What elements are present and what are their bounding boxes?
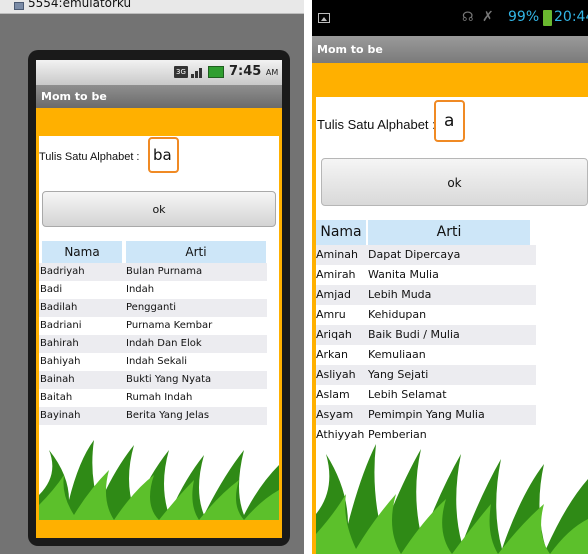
table-header: Nama Arti xyxy=(39,241,267,263)
vibrate-icon: ☊ xyxy=(462,10,474,25)
name-table: Nama Arti Badriyah Bulan Purnama Badi Inda… xyxy=(39,241,267,425)
table-row: Badilah Pengganti xyxy=(39,299,267,317)
app-title: Mom to be xyxy=(36,85,282,108)
grass-image xyxy=(39,440,279,520)
table-row: Badriani Purnama Kembar xyxy=(39,317,267,335)
table-row: Amirah Wanita Mulia xyxy=(316,268,439,281)
battery-percent: 99% xyxy=(508,9,540,25)
header-nama: Nama xyxy=(42,241,122,263)
image-notification-icon xyxy=(318,13,330,23)
header-arti: Arti xyxy=(126,241,266,263)
window-title: 5554:emulatorku xyxy=(28,0,132,10)
table-row: Asyam Pemimpin Yang Mulia xyxy=(316,405,536,425)
3g-icon: 3G xyxy=(174,66,188,78)
form-panel: Tulis Satu Alphabet : a ok Nama Arti Ami… xyxy=(316,97,588,554)
emulator-window: 5554:emulatorku 3G 7:45 AM Mom to be Tul… xyxy=(0,0,304,554)
table-header: Nama Arti xyxy=(316,220,536,245)
table-row: Baitah Rumah Indah xyxy=(39,389,267,407)
ok-button[interactable]: ok xyxy=(42,191,276,227)
grass-image xyxy=(316,444,588,554)
table-row: Badi Indah xyxy=(39,281,267,299)
battery-icon xyxy=(208,66,224,78)
input-label: Tulis Satu Alphabet : xyxy=(39,151,140,163)
status-bar: ☊ ✗ 99% 20:44 xyxy=(312,0,588,36)
name-table: Nama Arti Aminah Dapat Dipercaya Amirah Wa… xyxy=(316,220,536,445)
battery-icon xyxy=(543,10,552,26)
ok-button[interactable]: ok xyxy=(321,158,588,206)
window-titlebar[interactable]: 5554:emulatorku xyxy=(0,0,304,14)
app-title: Mom to be xyxy=(312,36,588,63)
table-row: Aslam Lebih Selamat xyxy=(316,388,447,401)
header-arti: Arti xyxy=(368,220,530,245)
table-row: Ariqah Baik Budi / Mulia xyxy=(316,325,536,345)
table-row: Badriyah Bulan Purnama xyxy=(39,263,267,281)
signal-icon xyxy=(191,68,202,78)
device-screen: ☊ ✗ 99% 20:44 Mom to be Tulis Satu Alpha… xyxy=(312,0,588,554)
table-row: Amjad Lebih Muda xyxy=(316,285,536,305)
table-row: Aminah Dapat Dipercaya xyxy=(316,245,536,265)
table-row: Bahirah Indah Dan Elok xyxy=(39,335,267,353)
table-row: Asliyah Yang Sejati xyxy=(316,365,536,385)
table-row: Arkan Kemuliaan xyxy=(316,348,426,361)
alphabet-input[interactable]: a xyxy=(434,100,465,142)
input-label: Tulis Satu Alphabet : xyxy=(317,117,436,132)
emulator-screen: 3G 7:45 AM Mom to be Tulis Satu Alphabet… xyxy=(36,60,282,538)
status-time: 7:45 AM xyxy=(229,64,279,79)
form-panel: Tulis Satu Alphabet : ba ok Nama Arti Ba… xyxy=(39,136,279,520)
alphabet-input[interactable]: ba xyxy=(148,137,179,173)
status-time: 20:44 xyxy=(554,9,588,25)
status-bar: 3G 7:45 AM xyxy=(36,60,282,85)
table-row: Amru Kehidupan xyxy=(316,308,427,321)
header-nama: Nama xyxy=(316,220,366,245)
app-content: Tulis Satu Alphabet : ba ok Nama Arti Ba… xyxy=(36,108,282,538)
window-app-icon xyxy=(14,2,24,10)
mute-icon: ✗ xyxy=(482,9,494,25)
table-row: Bainah Bukti Yang Nyata xyxy=(39,371,267,389)
table-row: Bahiyah Indah Sekali xyxy=(39,353,267,371)
